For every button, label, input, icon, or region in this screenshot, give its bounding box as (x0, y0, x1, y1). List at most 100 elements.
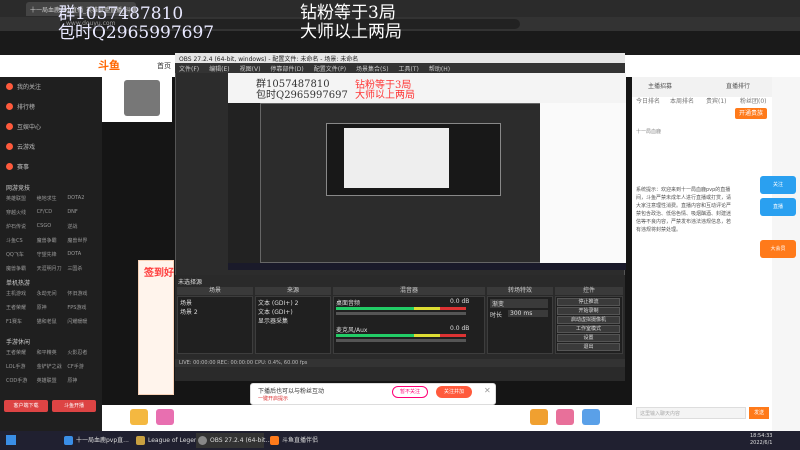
volume-slider[interactable] (336, 312, 466, 315)
sidebar-item-follow[interactable]: 我的关注 (6, 82, 41, 91)
category-link[interactable]: 王者荣耀 (6, 304, 37, 311)
category-link[interactable]: 三国杀 (67, 265, 98, 272)
category-link[interactable]: F1赛车 (6, 318, 37, 325)
category-link[interactable]: FPS游戏 (67, 304, 98, 311)
section-mobile: 单机热游 (6, 280, 31, 287)
gift-icon[interactable] (530, 409, 548, 425)
category-link[interactable]: COD手游 (6, 377, 37, 384)
start-stream-button[interactable]: 斗鱼开播 (52, 400, 96, 412)
start-recording-button[interactable]: 开始录制 (557, 307, 620, 315)
category-link[interactable]: 和平精英 (37, 349, 68, 356)
tab-live-rank[interactable]: 直播排行 (726, 81, 750, 90)
sign-in-banner[interactable] (138, 260, 174, 395)
category-link[interactable]: 原神 (67, 377, 98, 384)
taskbar-item[interactable]: OBS 27.2.4 (64-bit... (196, 433, 271, 448)
douyu-logo[interactable]: 斗鱼 (98, 57, 138, 73)
sidebar-item-center[interactable]: 互娱中心 (6, 122, 41, 131)
preview-right-panel (540, 103, 626, 263)
category-link[interactable]: 永劫无间 (37, 290, 68, 297)
obs-menu-item[interactable]: 视图(V) (240, 64, 261, 73)
tab-today-rank[interactable]: 今日排名 (636, 96, 660, 105)
virtual-camera-button[interactable]: 启动虚拟摄像机 (557, 316, 620, 324)
category-link[interactable]: 绝地求生 (37, 195, 68, 202)
obs-menu-item[interactable]: 编辑(E) (209, 64, 229, 73)
category-link[interactable]: DNF (67, 209, 98, 216)
settings-button[interactable]: 设置 (557, 334, 620, 342)
category-link[interactable]: DOTA2 (67, 195, 98, 202)
windows-start-icon[interactable] (6, 435, 16, 445)
popup-link[interactable]: 一键开启提示 (258, 395, 288, 402)
sidebar-item-cloud[interactable]: 云游戏 (6, 142, 35, 151)
source-item[interactable]: 显示器采集 (258, 316, 288, 325)
category-link[interactable]: 猫和老鼠 (37, 318, 68, 325)
volume-slider[interactable] (336, 339, 466, 342)
obs-menu-item[interactable]: 文件(F) (179, 64, 199, 73)
send-button[interactable]: 发送 (749, 407, 769, 419)
tab-week-rank[interactable]: 本周排名 (670, 96, 694, 105)
category-link[interactable]: 炉石传说 (6, 223, 37, 230)
obs-menu-item[interactable]: 配置文件(P) (314, 64, 346, 73)
source-item[interactable]: 文本 (GDI+) 2 (258, 298, 298, 307)
rail-badge-live[interactable]: 直播 (760, 198, 796, 216)
stop-stream-button[interactable]: 停止推流 (557, 298, 620, 306)
sidebar-item-rank[interactable]: 排行榜 (6, 102, 35, 111)
category-link[interactable]: CSGO (37, 223, 68, 230)
category-link[interactable]: CF手游 (67, 363, 98, 370)
obs-menu-item[interactable]: 场景集合(S) (356, 64, 389, 73)
category-link[interactable]: 逆战 (67, 223, 98, 230)
source-item[interactable]: 文本 (GDI+) (258, 307, 293, 316)
not-follow-button[interactable]: 暂不关注 (392, 386, 428, 398)
obs-menu-item[interactable]: 停靠部件(D) (270, 64, 303, 73)
category-link[interactable]: CF/CD (37, 209, 68, 216)
category-link[interactable]: 英雄联盟 (37, 377, 68, 384)
follow-button[interactable]: 关注并加 (436, 386, 472, 398)
download-client-button[interactable]: 客户端下载 (4, 400, 48, 412)
category-link[interactable]: 守望先锋 (37, 251, 68, 258)
category-link[interactable]: 穿越火线 (6, 209, 37, 216)
sidebar-item-label: 排行榜 (17, 104, 36, 111)
nav-home[interactable]: 首页 (157, 61, 171, 71)
category-link[interactable]: 魔兽争霸 (6, 265, 37, 272)
taskbar-item[interactable]: League of Legends (134, 433, 205, 448)
category-link[interactable]: 天涯明月刀 (37, 265, 68, 272)
rail-badge-follow[interactable]: 关注 (760, 176, 796, 194)
exit-button[interactable]: 退出 (557, 343, 620, 351)
sidebar-item-events[interactable]: 赛事 (6, 162, 29, 171)
gift-icon[interactable] (130, 409, 148, 425)
category-link[interactable]: DOTA (67, 251, 98, 258)
category-link[interactable]: 怀旧游戏 (67, 290, 98, 297)
tab-host-recruit[interactable]: 主播招募 (648, 81, 672, 90)
studio-mode-button[interactable]: 工作室模式 (557, 325, 620, 333)
category-link[interactable]: 魔兽争霸 (37, 237, 68, 244)
category-link[interactable]: 英雄联盟 (6, 195, 37, 202)
obs-menu-item[interactable]: 帮助(H) (429, 64, 450, 73)
category-link[interactable]: 主机游戏 (6, 290, 37, 297)
streamer-avatar[interactable] (124, 80, 160, 116)
taskbar-item[interactable]: 十一局血鹿pvp直... (62, 433, 134, 448)
open-noble-button[interactable]: 开通贵族 (735, 108, 767, 119)
gift-icon[interactable] (556, 409, 574, 425)
tab-vip[interactable]: 贵宾(1) (706, 96, 727, 105)
gift-icon[interactable] (582, 409, 600, 425)
scene-item[interactable]: 场景 (180, 298, 192, 307)
close-icon[interactable]: ✕ (484, 386, 491, 395)
transition-select[interactable]: 渐变 (490, 299, 548, 308)
chat-input[interactable]: 这里输入聊天内容 (636, 407, 746, 419)
scene-item[interactable]: 场景 2 (180, 307, 198, 316)
category-link[interactable]: 火影忍者 (67, 349, 98, 356)
rank-icon (6, 103, 13, 110)
category-link[interactable]: LOL手游 (6, 363, 37, 370)
duration-input[interactable]: 300 ms (508, 310, 548, 317)
taskbar-item[interactable]: 斗鱼直播伴侣 (268, 433, 338, 448)
rail-badge-member[interactable]: 大会员 (760, 240, 796, 258)
category-link[interactable]: 金铲铲之战 (37, 363, 68, 370)
category-link[interactable]: QQ飞车 (6, 251, 37, 258)
category-link[interactable]: 王者荣耀 (6, 349, 37, 356)
category-link[interactable]: 斗鱼CS (6, 237, 37, 244)
category-link[interactable]: 原神 (37, 304, 68, 311)
obs-menu-item[interactable]: 工具(T) (399, 64, 419, 73)
category-link[interactable]: 闪耀暖暖 (67, 318, 98, 325)
gift-icon[interactable] (156, 409, 174, 425)
category-link[interactable]: 魔兽世界 (67, 237, 98, 244)
tab-fans[interactable]: 粉丝团(0) (740, 96, 767, 105)
